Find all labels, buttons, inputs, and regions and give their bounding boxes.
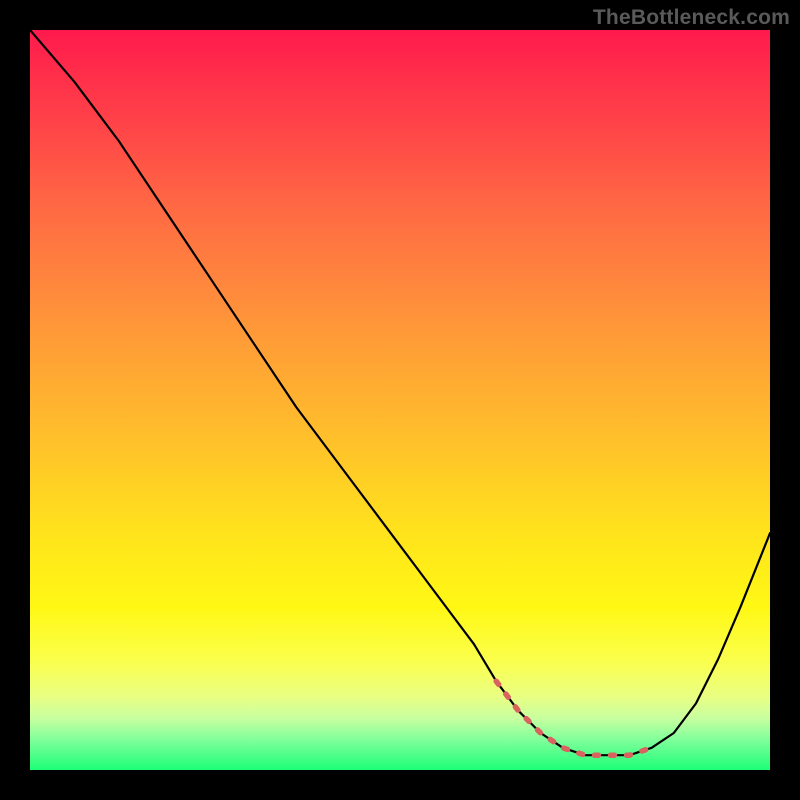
chart-frame: TheBottleneck.com [0,0,800,800]
chart-svg [30,30,770,770]
plot-area [30,30,770,770]
watermark-label: TheBottleneck.com [593,6,790,30]
optimal-segment [496,681,651,755]
bottleneck-curve [30,30,770,755]
